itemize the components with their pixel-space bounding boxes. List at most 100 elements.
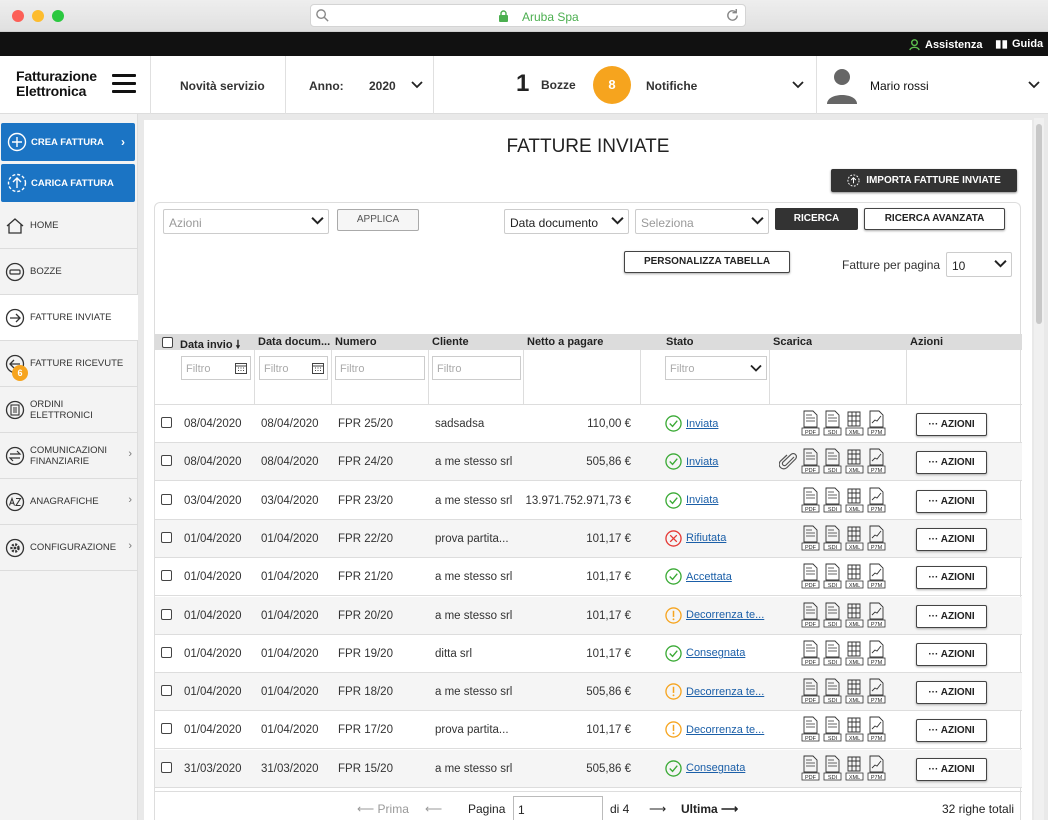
seleziona-select[interactable]: Seleziona <box>635 209 769 234</box>
p7m-file-icon[interactable]: P7M <box>867 487 886 513</box>
calendar-icon[interactable] <box>312 362 324 374</box>
row-azioni-button[interactable]: ··· AZIONI <box>916 604 987 628</box>
col-header-stato[interactable]: Stato <box>666 336 694 348</box>
table-row[interactable]: 01/04/2020 01/04/2020 FPR 20/20 a me stesso… <box>155 596 1022 635</box>
table-row[interactable]: 01/04/2020 01/04/2020 FPR 21/20 a me stesso… <box>155 558 1022 597</box>
row-azioni-button[interactable]: ··· AZIONI <box>916 642 987 666</box>
row-checkbox[interactable] <box>161 685 172 697</box>
address-bar[interactable]: Aruba Spa <box>310 4 746 27</box>
row-checkbox[interactable] <box>161 531 172 543</box>
bozze-label[interactable]: Bozze <box>541 78 576 92</box>
stato-link[interactable]: Consegnata <box>686 647 745 659</box>
carica-fattura-button[interactable]: CARICA FATTURA <box>1 164 135 202</box>
anno-value[interactable]: 2020 <box>369 79 396 93</box>
minimize-window-button[interactable] <box>32 10 44 22</box>
row-azioni-button[interactable]: ··· AZIONI <box>916 527 987 551</box>
ultima-page-link[interactable]: Ultima ⟶ <box>681 802 738 816</box>
col-header-netto[interactable]: Netto a pagare <box>527 336 603 348</box>
xml-file-icon[interactable]: XML <box>845 563 864 589</box>
p7m-file-icon[interactable]: P7M <box>867 448 886 474</box>
stato-link[interactable]: Decorrenza te... <box>686 609 764 621</box>
maximize-window-button[interactable] <box>52 10 64 22</box>
pdf-file-icon[interactable]: PDF <box>801 640 820 666</box>
pdf-file-icon[interactable]: PDF <box>801 716 820 742</box>
p7m-file-icon[interactable]: P7M <box>867 755 886 781</box>
reload-icon[interactable] <box>725 8 740 23</box>
sdi-file-icon[interactable]: SDI <box>823 716 842 742</box>
notifiche-chevron-down-icon[interactable] <box>792 80 804 90</box>
xml-file-icon[interactable]: XML <box>845 716 864 742</box>
ricerca-avanzata-button[interactable]: RICERCA AVANZATA <box>864 208 1005 230</box>
sdi-file-icon[interactable]: SDI <box>823 640 842 666</box>
sidebar-item-comunicazioni-finanziarie[interactable]: COMUNICAZIONI FINANZIARIE › <box>0 433 138 479</box>
table-row[interactable]: 01/04/2020 01/04/2020 FPR 17/20 prova parti… <box>155 711 1022 750</box>
pdf-file-icon[interactable]: PDF <box>801 410 820 436</box>
sdi-file-icon[interactable]: SDI <box>823 563 842 589</box>
table-row[interactable]: 03/04/2020 03/04/2020 FPR 23/20 a me stesso… <box>155 482 1022 520</box>
pdf-file-icon[interactable]: PDF <box>801 602 820 628</box>
xml-file-icon[interactable]: XML <box>845 640 864 666</box>
sdi-file-icon[interactable]: SDI <box>823 755 842 781</box>
xml-file-icon[interactable]: XML <box>845 487 864 513</box>
row-azioni-button[interactable]: ··· AZIONI <box>916 451 987 475</box>
guida-link[interactable]: Guida <box>995 38 1043 50</box>
row-azioni-button[interactable]: ··· AZIONI <box>916 719 987 743</box>
pdf-file-icon[interactable]: PDF <box>801 448 820 474</box>
xml-file-icon[interactable]: XML <box>845 525 864 551</box>
p7m-file-icon[interactable]: P7M <box>867 563 886 589</box>
row-checkbox[interactable] <box>161 761 172 773</box>
col-header-data-documento[interactable]: Data docum... <box>258 336 333 348</box>
sidebar-item-anagrafiche[interactable]: ANAGRAFICHE › <box>0 479 138 525</box>
sdi-file-icon[interactable]: SDI <box>823 487 842 513</box>
row-azioni-button[interactable]: ··· AZIONI <box>916 757 987 781</box>
row-checkbox[interactable] <box>161 570 172 582</box>
filtro-data-documento-input[interactable]: Filtro <box>259 356 328 380</box>
table-row[interactable]: 01/04/2020 01/04/2020 FPR 22/20 prova parti… <box>155 519 1022 558</box>
xml-file-icon[interactable]: XML <box>845 410 864 436</box>
table-row[interactable]: 01/04/2020 01/04/2020 FPR 18/20 a me stesso… <box>155 673 1022 712</box>
ricerca-button[interactable]: RICERCA <box>775 208 858 230</box>
sdi-file-icon[interactable]: SDI <box>823 410 842 436</box>
main-scrollbar[interactable] <box>1034 118 1044 820</box>
sidebar-item-fatture-ricevute[interactable]: FATTURE RICEVUTE 6 <box>0 341 138 387</box>
stato-link[interactable]: Inviata <box>686 494 718 506</box>
pdf-file-icon[interactable]: PDF <box>801 678 820 704</box>
col-header-numero[interactable]: Numero <box>335 336 377 348</box>
filtro-data-invio-input[interactable]: Filtro <box>181 356 251 380</box>
xml-file-icon[interactable]: XML <box>845 755 864 781</box>
stato-link[interactable]: Decorrenza te... <box>686 686 764 698</box>
notifiche-label[interactable]: Notifiche <box>646 79 697 93</box>
xml-file-icon[interactable]: XML <box>845 602 864 628</box>
pagina-input[interactable]: 1 <box>513 796 603 820</box>
sdi-file-icon[interactable]: SDI <box>823 678 842 704</box>
data-documento-select[interactable]: Data documento <box>504 209 629 234</box>
user-avatar-icon[interactable] <box>825 66 859 104</box>
row-checkbox[interactable] <box>161 417 172 428</box>
pdf-file-icon[interactable]: PDF <box>801 563 820 589</box>
row-checkbox[interactable] <box>161 455 172 467</box>
sidebar-item-configurazione[interactable]: CONFIGURAZIONE › <box>0 525 138 571</box>
table-row[interactable]: 31/03/2020 31/03/2020 FPR 15/20 a me stesso… <box>155 749 1022 788</box>
bozze-count[interactable]: 1 <box>516 70 529 98</box>
stato-link[interactable]: Consegnata <box>686 762 745 774</box>
user-name[interactable]: Mario rossi <box>870 79 929 93</box>
azioni-select[interactable]: Azioni <box>163 209 329 234</box>
pdf-file-icon[interactable]: PDF <box>801 487 820 513</box>
row-azioni-button[interactable]: ··· AZIONI <box>916 489 987 513</box>
sdi-file-icon[interactable]: SDI <box>823 525 842 551</box>
pdf-file-icon[interactable]: PDF <box>801 755 820 781</box>
prima-page-link[interactable]: ⟵ Prima <box>357 802 409 816</box>
p7m-file-icon[interactable]: P7M <box>867 602 886 628</box>
xml-file-icon[interactable]: XML <box>845 678 864 704</box>
crea-fattura-button[interactable]: CREA FATTURA › <box>1 123 135 161</box>
stato-link[interactable]: Accettata <box>686 571 732 583</box>
table-row[interactable]: 08/04/2020 08/04/2020 FPR 25/20 sadsadsa 110… <box>155 405 1022 443</box>
row-checkbox[interactable] <box>161 493 172 505</box>
filtro-cliente-input[interactable]: Filtro <box>432 356 521 380</box>
p7m-file-icon[interactable]: P7M <box>867 640 886 666</box>
sdi-file-icon[interactable]: SDI <box>823 448 842 474</box>
row-checkbox[interactable] <box>161 723 172 735</box>
table-row[interactable]: 08/04/2020 08/04/2020 FPR 24/20 a me stesso… <box>155 443 1022 482</box>
table-row[interactable]: 01/04/2020 01/04/2020 FPR 19/20 ditta srl 10… <box>155 635 1022 673</box>
novita-servizio-link[interactable]: Novità servizio <box>180 79 265 93</box>
